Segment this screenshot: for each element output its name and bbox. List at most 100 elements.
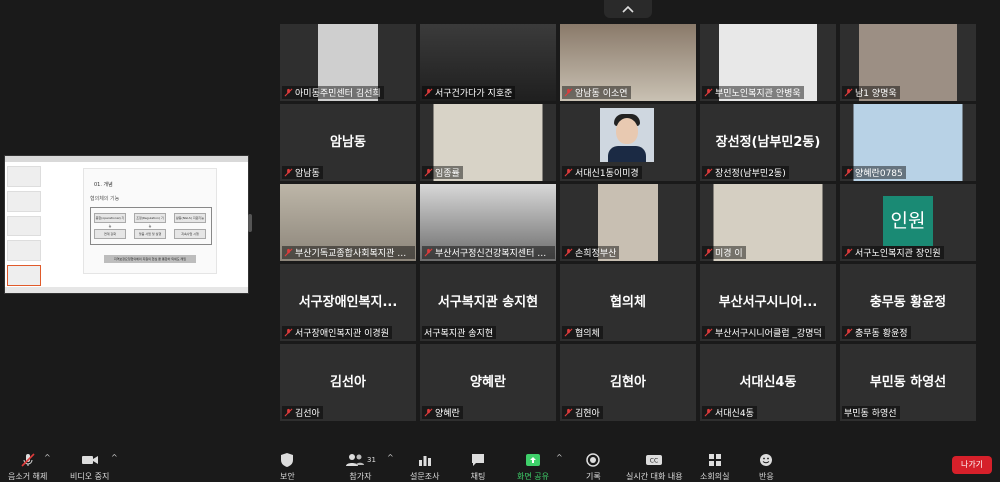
- mic-muted-icon: [564, 408, 573, 417]
- participant-tile[interactable]: 서구장애인복지... 서구장애인복지관 이경원: [280, 264, 416, 341]
- participant-name-label: 서구장애인복지관 이경원: [282, 326, 392, 339]
- participant-name-label: 김선아: [282, 406, 323, 419]
- participant-display-name: 김선아: [330, 375, 366, 390]
- participant-tile[interactable]: 김선아 김선아: [280, 344, 416, 421]
- mic-muted-icon: [704, 408, 713, 417]
- splitter-handle[interactable]: [248, 214, 252, 232]
- participant-tile[interactable]: 부산서구시니어... 부산서구시니어클럽 _강명덕: [700, 264, 836, 341]
- participant-name-label: 서구복지관 송지현: [422, 326, 497, 339]
- participant-display-name: 암남동: [330, 135, 366, 150]
- participant-name-label: 암남동 이소연: [562, 86, 631, 99]
- participant-tile[interactable]: 암남동 암남동: [280, 104, 416, 181]
- participant-tile[interactable]: 부산서구정신건강복지센터 임...: [420, 184, 556, 261]
- participant-tile[interactable]: 양혜란 양혜란: [420, 344, 556, 421]
- share-screen-button[interactable]: 화면 공유: [517, 452, 549, 482]
- participant-tile[interactable]: 충무동 황윤정 충무동 황윤정: [840, 264, 976, 341]
- slide-subtitle: 협의체의 기능: [90, 196, 120, 202]
- collapse-toolbar-button[interactable]: [604, 0, 652, 18]
- mic-muted-icon: [704, 248, 713, 257]
- participant-display-name: 서구복지관 송지현: [437, 295, 539, 310]
- slide-function-box: 맞춤 사업 및 실행: [134, 229, 166, 239]
- participant-name-label: 서대신4동: [702, 406, 757, 419]
- participant-name-label: 서대신1동이미경: [562, 166, 642, 179]
- participant-name-label: 손희정부산: [562, 246, 620, 259]
- closed-caption-icon: CC: [646, 455, 663, 465]
- participant-tile[interactable]: 부민노인복지관 안병욱: [700, 24, 836, 101]
- participant-tile[interactable]: 장선정(남부민2동) 장선정(남부민2동): [700, 104, 836, 181]
- participant-tile[interactable]: 부민동 하영선 부민동 하영선: [840, 344, 976, 421]
- participant-tile[interactable]: 서구건가다가 지호준: [420, 24, 556, 101]
- participant-name-label: 양혜란: [422, 406, 463, 419]
- participants-button[interactable]: 31 참가자: [345, 452, 376, 482]
- mic-muted-icon: [284, 88, 293, 97]
- participant-name-label: 장선정(남부민2동): [702, 166, 789, 179]
- reactions-button[interactable]: 반응: [759, 452, 774, 482]
- participant-display-name: 부민동 하영선: [869, 375, 947, 390]
- participant-name-label: 협의체: [562, 326, 603, 339]
- shield-icon: [281, 453, 294, 467]
- slide-thumbnail: [7, 215, 41, 237]
- mic-muted-icon: [704, 328, 713, 337]
- slide-canvas: 01. 개념 협의체의 기능 종합(operational) 기능 조정(Reg…: [83, 168, 217, 274]
- slide-thumbnail: [7, 166, 41, 187]
- unmute-button[interactable]: 음소거 해제: [8, 452, 47, 482]
- record-button[interactable]: 기록: [586, 452, 601, 482]
- participant-tile[interactable]: 아미동주민센터 김선희: [280, 24, 416, 101]
- share-screen-icon: [525, 454, 540, 466]
- participant-name-label: 부민노인복지관 안병욱: [702, 86, 804, 99]
- share-options-caret[interactable]: ^: [556, 453, 563, 462]
- participant-tile[interactable]: 부산기독교종합사회복지관 권...: [280, 184, 416, 261]
- participant-name-label: 부산서구정신건강복지센터 임...: [422, 246, 555, 259]
- participant-tile[interactable]: 미경 이: [700, 184, 836, 261]
- polling-button[interactable]: 설문조사: [410, 452, 439, 482]
- participant-name-label: 서구건가다가 지호준: [422, 86, 516, 99]
- participant-tile[interactable]: 남1 양명욱: [840, 24, 976, 101]
- participant-name-label: 서구노인복지관 장인원: [842, 246, 944, 259]
- leave-meeting-button[interactable]: 나가기: [952, 456, 992, 474]
- participant-tile[interactable]: 암남동 이소연: [560, 24, 696, 101]
- participants-icon: [346, 454, 364, 466]
- participant-tile[interactable]: 협의체 협의체: [560, 264, 696, 341]
- participant-display-name: 부산서구시니어...: [718, 295, 818, 310]
- participant-display-name: 충무동 황윤정: [869, 295, 947, 310]
- audio-options-caret[interactable]: ^: [44, 453, 51, 462]
- participants-count: 31: [367, 456, 376, 464]
- participant-avatar: 인원: [883, 196, 933, 246]
- chat-bubble-icon: [472, 454, 484, 466]
- mic-muted-icon: [844, 328, 853, 337]
- participant-tile[interactable]: 인원 서구노인복지관 장인원: [840, 184, 976, 261]
- participant-tile[interactable]: 서구복지관 송지현 서구복지관 송지현: [420, 264, 556, 341]
- chat-button[interactable]: 채팅: [470, 452, 486, 482]
- live-transcript-button[interactable]: CC 실시간 대화 내용: [626, 452, 683, 482]
- chevron-up-icon: [622, 5, 634, 13]
- participants-options-caret[interactable]: ^: [387, 453, 394, 462]
- participant-display-name: 양혜란: [470, 375, 506, 390]
- mic-muted-icon: [564, 248, 573, 257]
- participant-tile[interactable]: 서대신4동 서대신4동: [700, 344, 836, 421]
- slide-thumbnail: [7, 240, 41, 262]
- mic-muted-icon: [424, 88, 433, 97]
- stop-video-button[interactable]: 비디오 중지: [70, 452, 109, 482]
- participant-display-name: 장선정(남부민2동): [715, 135, 821, 150]
- participant-name-label: 김현아: [562, 406, 603, 419]
- shared-screen-preview[interactable]: 01. 개념 협의체의 기능 종합(operational) 기능 조정(Reg…: [4, 155, 249, 294]
- mic-muted-icon: [704, 168, 713, 177]
- mic-muted-icon: [704, 88, 713, 97]
- participant-name-label: 임종률: [422, 166, 463, 179]
- mic-muted-icon: [284, 328, 293, 337]
- participant-tile[interactable]: 임종률: [420, 104, 556, 181]
- slide-title: 01. 개념: [94, 182, 113, 188]
- participant-name-label: 남1 양명욱: [842, 86, 900, 99]
- participant-tile[interactable]: 양혜란0785: [840, 104, 976, 181]
- video-options-caret[interactable]: ^: [111, 453, 118, 462]
- mic-muted-icon: [564, 88, 573, 97]
- mic-muted-icon: [284, 168, 293, 177]
- participant-tile[interactable]: 김현아 김현아: [560, 344, 696, 421]
- slide-function-box: 종합(operational) 기능: [94, 213, 126, 228]
- breakout-rooms-button[interactable]: 소회의실: [700, 452, 729, 482]
- security-button[interactable]: 보안: [280, 452, 295, 482]
- mic-muted-icon: [844, 168, 853, 177]
- participant-tile[interactable]: 서대신1동이미경: [560, 104, 696, 181]
- participant-name-label: 부산기독교종합사회복지관 권...: [282, 246, 415, 259]
- participant-tile[interactable]: 손희정부산: [560, 184, 696, 261]
